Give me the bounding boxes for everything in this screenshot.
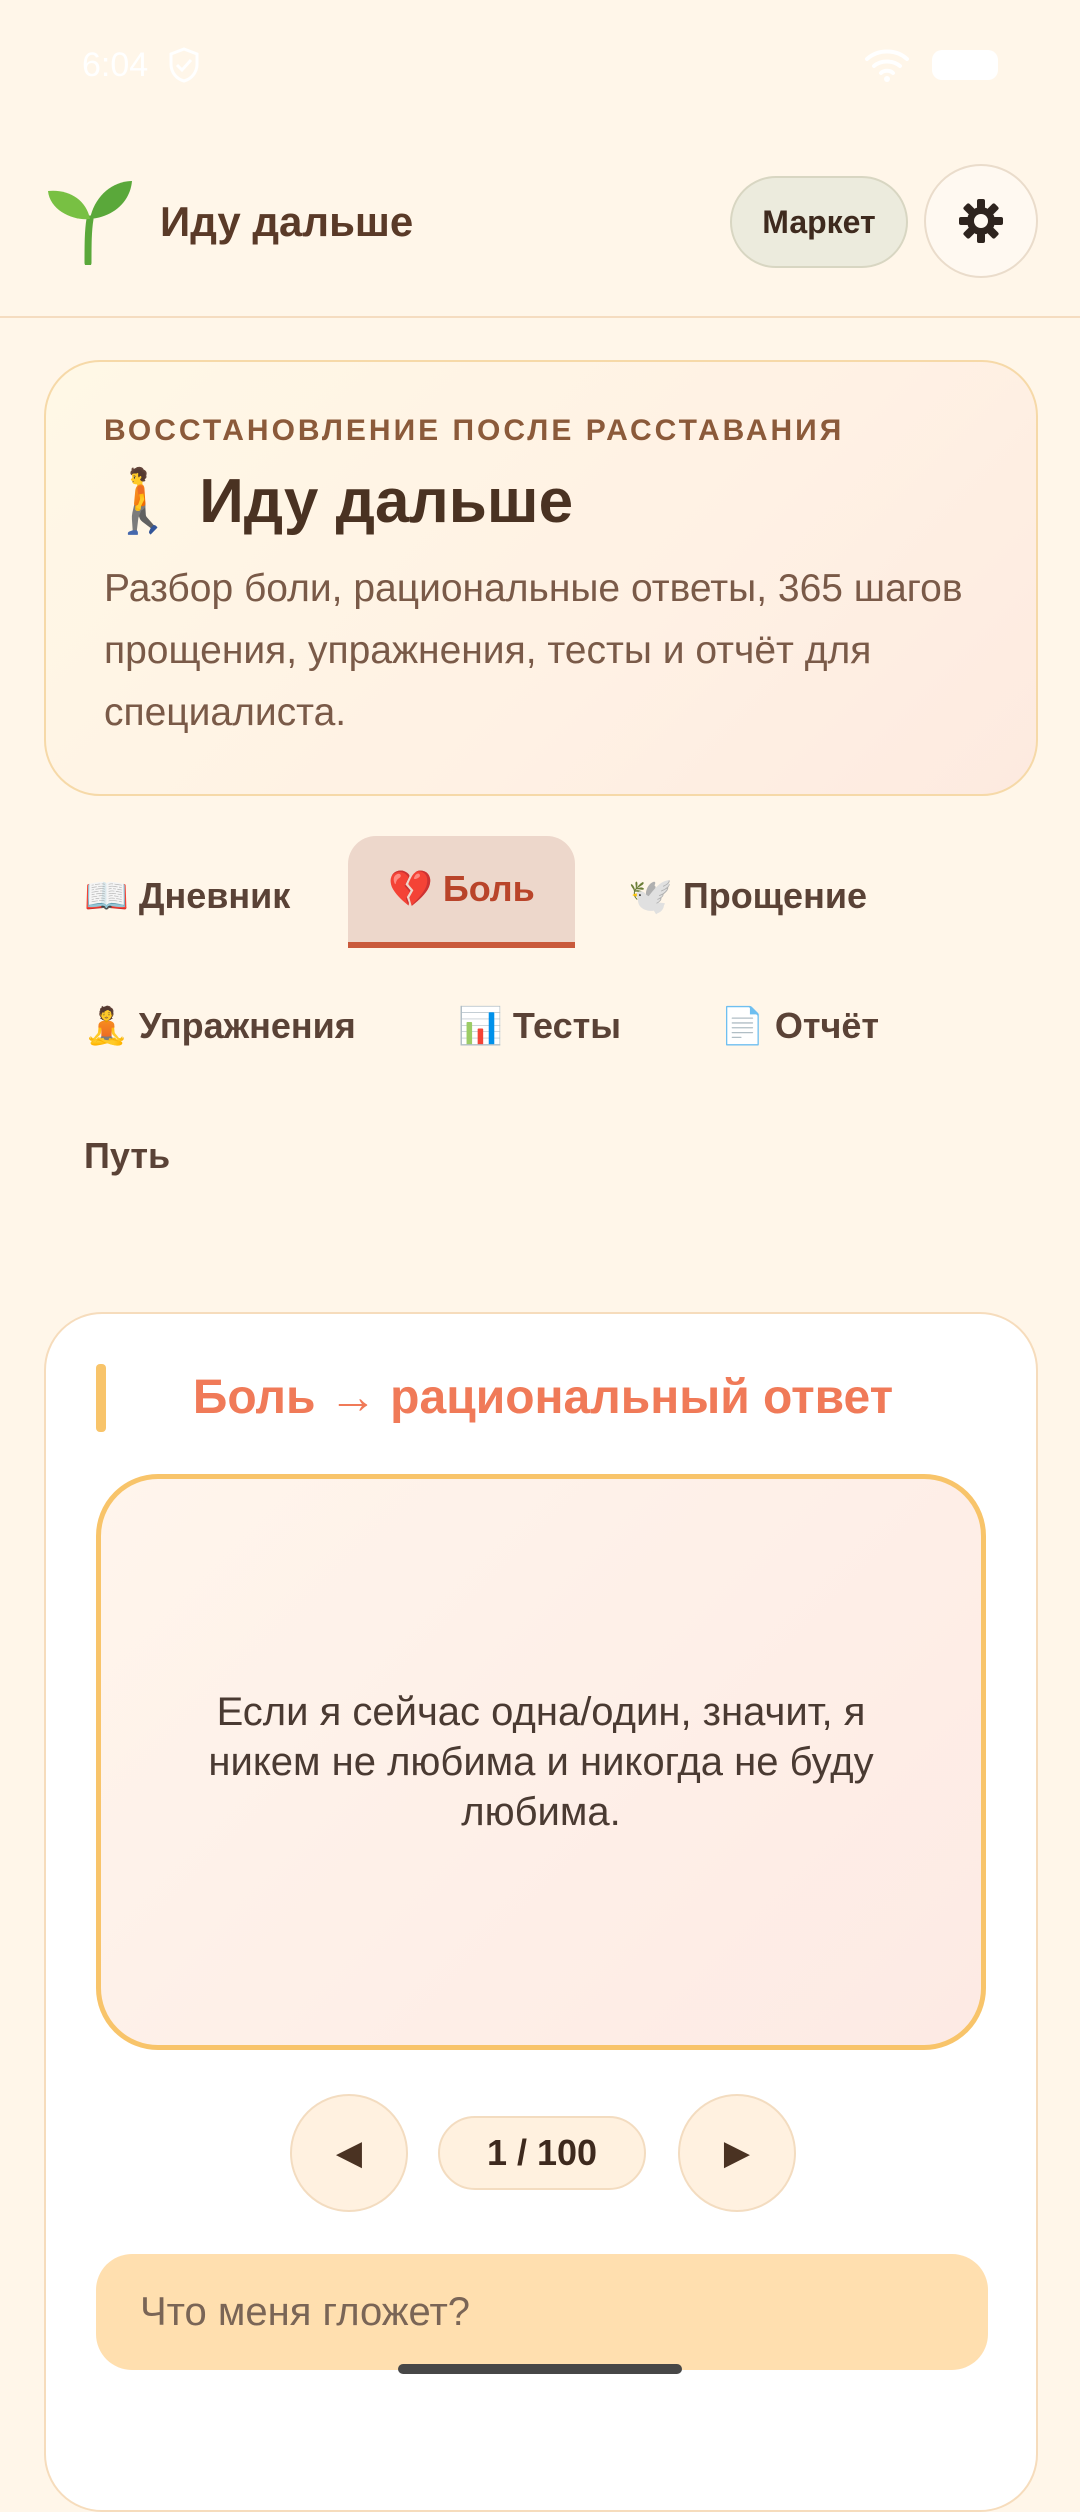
broken-heart-icon: 💔 — [388, 869, 433, 910]
tab-pain[interactable]: 💔 Боль — [348, 836, 575, 948]
dove-icon: 🕊️ — [628, 876, 673, 917]
tab-forgiveness[interactable]: 🕊️ Прощение — [628, 840, 867, 952]
hero-banner: ВОССТАНОВЛЕНИЕ ПОСЛЕ РАССТАВАНИЯ 🚶 Иду д… — [44, 360, 1038, 796]
prev-button[interactable]: ◀ — [290, 2094, 408, 2212]
tab-diary[interactable]: 📖 Дневник — [84, 840, 290, 952]
arrow-left-icon: ◀ — [335, 2134, 363, 2172]
hero-title: Иду дальше — [199, 466, 574, 536]
thought-counter: 1 / 100 — [438, 2116, 646, 2190]
status-right — [864, 47, 998, 83]
tab-label: Тесты — [512, 1005, 621, 1046]
tab-report[interactable]: 📄 Отчёт — [720, 970, 879, 1082]
tab-tests[interactable]: 📊 Тесты — [458, 970, 621, 1082]
meditation-icon: 🧘 — [84, 1006, 129, 1047]
status-bar: 6:04 — [0, 0, 1080, 130]
status-time: 6:04 — [82, 45, 149, 84]
arrow-right-icon: ▶ — [723, 2134, 751, 2172]
tab-label: Упражнения — [138, 1005, 356, 1046]
tab-label: Прощение — [682, 875, 867, 916]
gear-icon — [959, 199, 1003, 243]
tab-exercises[interactable]: 🧘 Упражнения — [84, 970, 356, 1082]
sprout-icon — [48, 181, 132, 265]
hero-title-row: 🚶 Иду дальше — [104, 464, 978, 538]
book-icon: 📖 — [84, 876, 129, 917]
shield-icon — [169, 47, 199, 83]
tab-label: Путь — [84, 1135, 171, 1176]
app-title: Иду дальше — [160, 198, 414, 245]
status-left: 6:04 — [82, 46, 200, 85]
pain-input[interactable] — [96, 2254, 988, 2370]
chart-icon: 📊 — [458, 1006, 503, 1047]
hero-kicker: ВОССТАНОВЛЕНИЕ ПОСЛЕ РАССТАВАНИЯ — [104, 414, 845, 447]
settings-button[interactable] — [924, 164, 1038, 278]
tab-path[interactable]: Путь — [84, 1100, 170, 1212]
tab-label: Дневник — [138, 875, 291, 916]
tab-label: Боль — [442, 868, 535, 909]
market-button[interactable]: Маркет — [730, 176, 908, 268]
card-title: Боль → рациональный ответ — [192, 1371, 894, 1424]
home-indicator[interactable] — [398, 2364, 682, 2374]
thought-card[interactable]: Если я сейчас одна/один, значит, я никем… — [96, 1474, 986, 2050]
thought-text: Если я сейчас одна/один, значит, я никем… — [208, 1690, 874, 1834]
document-icon: 📄 — [720, 1006, 765, 1047]
wifi-icon — [865, 49, 909, 82]
walking-person-icon: 🚶 — [104, 464, 182, 537]
tab-label: Отчёт — [774, 1005, 880, 1046]
next-button[interactable]: ▶ — [678, 2094, 796, 2212]
hero-description: Разбор боли, рациональные ответы, 365 ша… — [104, 567, 963, 734]
battery-icon — [932, 50, 998, 80]
pain-card: Боль → рациональный ответ Если я сейчас … — [44, 1312, 1038, 2512]
app-header: Иду дальше Маркет — [0, 130, 1080, 318]
